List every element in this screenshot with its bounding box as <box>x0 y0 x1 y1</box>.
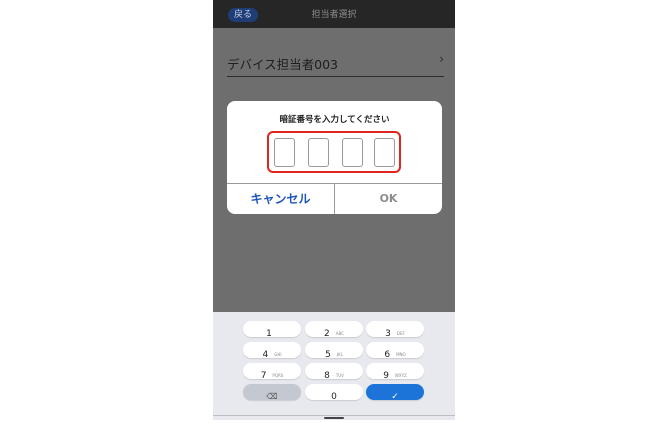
backspace-key[interactable]: ⌫ <box>243 384 301 401</box>
check-icon: ✓ <box>391 392 399 402</box>
pin-dialog: 暗証番号を入力してください キャンセル OK <box>227 101 442 214</box>
dialog-title: 暗証番号を入力してください <box>279 115 390 125</box>
pin-input-highlight <box>267 131 401 173</box>
app-header: 戻る 担当者選択 <box>213 0 455 28</box>
done-key[interactable]: ✓ <box>366 384 424 402</box>
backspace-icon: ⌫ <box>266 392 278 401</box>
home-indicator[interactable] <box>324 417 344 419</box>
list-item-device-user[interactable]: デバイス担当者003 › <box>227 48 444 77</box>
key-5[interactable]: 5 JKL <box>305 342 363 360</box>
cancel-button[interactable]: キャンセル <box>227 184 334 214</box>
list-item-label: デバイス担当者003 <box>227 57 338 72</box>
key-1[interactable]: 1 <box>243 321 301 339</box>
key-3[interactable]: 3 DEF <box>366 321 424 339</box>
pin-digit-field[interactable] <box>308 138 329 167</box>
pin-digit-field[interactable] <box>274 138 295 167</box>
page-title: 担当者選択 <box>311 10 357 20</box>
key-4[interactable]: 4 GHI <box>243 342 301 360</box>
pin-digit-field[interactable] <box>374 138 395 167</box>
key-6[interactable]: 6 MNO <box>366 342 424 360</box>
key-9[interactable]: 9 WXYZ <box>366 363 424 381</box>
pin-digit-field[interactable] <box>342 138 363 167</box>
key-0[interactable]: 0 <box>305 384 363 402</box>
key-8[interactable]: 8 TUV <box>305 363 363 381</box>
phone-screen: 戻る 担当者選択 デバイス担当者003 › 暗証番号を入力してください キャンセ… <box>213 0 455 420</box>
ok-button[interactable]: OK <box>335 184 442 214</box>
numeric-keypad: 1 2 ABC 3 DEF 4 GHI 5 JKL 6 MNO 7 PQRS 8 TUV 9W… <box>213 312 455 420</box>
key-7[interactable]: 7 PQRS <box>243 363 301 381</box>
chevron-right-icon: › <box>439 52 444 66</box>
navigation-bar-divider <box>213 415 455 416</box>
key-2[interactable]: 2 ABC <box>305 321 363 339</box>
